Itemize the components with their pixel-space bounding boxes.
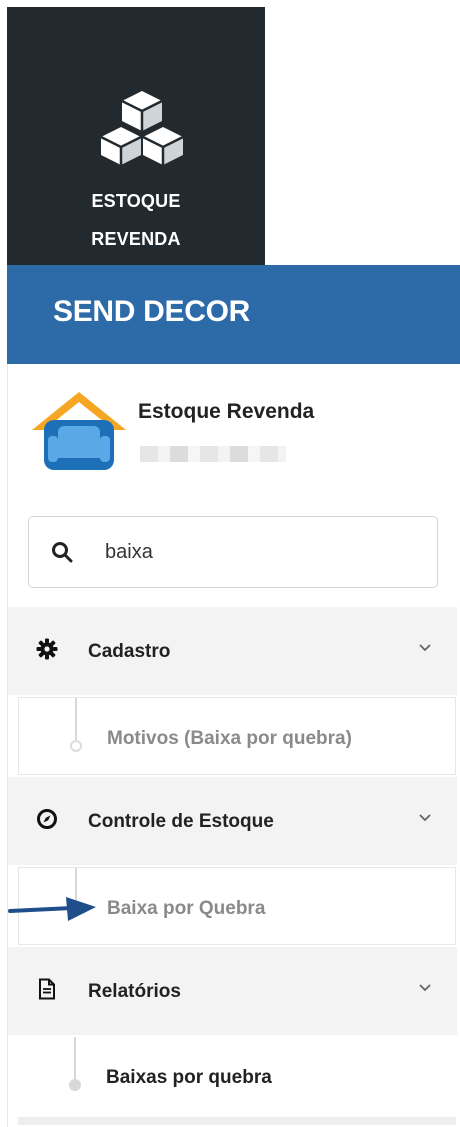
menu-item-baixas-por-quebra[interactable]: Baixas por quebra [106, 1067, 272, 1089]
profile-name: Estoque Revenda [138, 400, 315, 423]
module-label-line2: REVENDA [91, 229, 181, 249]
menu-section-label: Cadastro [88, 641, 171, 662]
screen: ESTOQUE REVENDA SEND DECOR Estoque Reven… [0, 0, 460, 1127]
document-icon [39, 978, 55, 1000]
menu-section-label: Controle de Estoque [88, 811, 274, 832]
gear-icon [36, 638, 58, 660]
menu-footer-divider [18, 1117, 456, 1125]
compass-icon [37, 809, 57, 829]
menu-search-box[interactable] [28, 516, 438, 588]
sidebar: Estoque Revenda baixa Cadastro Motivos (… [7, 364, 457, 1127]
brand-header: SEND DECOR [7, 265, 460, 364]
module-label-line1: ESTOQUE [91, 191, 181, 211]
tree-line [74, 1037, 76, 1081]
tree-node [70, 740, 82, 752]
module-tile-estoque-revenda[interactable]: ESTOQUE REVENDA [7, 7, 265, 265]
user-profile: Estoque Revenda [8, 364, 457, 504]
menu-section-cadastro[interactable]: Cadastro [8, 607, 457, 695]
chevron-down-icon [419, 984, 431, 992]
brand-title[interactable]: SEND DECOR [53, 295, 250, 329]
chevron-down-icon [419, 814, 431, 822]
chevron-down-icon [419, 644, 431, 652]
menu-item-baixa-por-quebra[interactable]: Baixa por Quebra [107, 898, 265, 920]
menu-section-controle-estoque[interactable]: Controle de Estoque [8, 777, 457, 865]
menu-section-relatorios[interactable]: Relatórios [8, 947, 457, 1035]
tree-node [69, 1079, 81, 1091]
tree-line [75, 698, 77, 742]
submenu-relatorios: Baixas por quebra [18, 1037, 456, 1115]
menu-item-motivos-baixa[interactable]: Motivos (Baixa por quebra) [107, 728, 352, 750]
profile-subtext-redacted [140, 446, 286, 462]
search-icon [52, 542, 73, 563]
menu-section-label: Relatórios [88, 981, 181, 1002]
search-input[interactable] [105, 535, 405, 569]
cubes-icon [100, 91, 184, 165]
arrow-right-icon [8, 897, 96, 921]
house-armchair-logo [32, 392, 126, 470]
submenu-cadastro: Motivos (Baixa por quebra) [18, 697, 456, 775]
